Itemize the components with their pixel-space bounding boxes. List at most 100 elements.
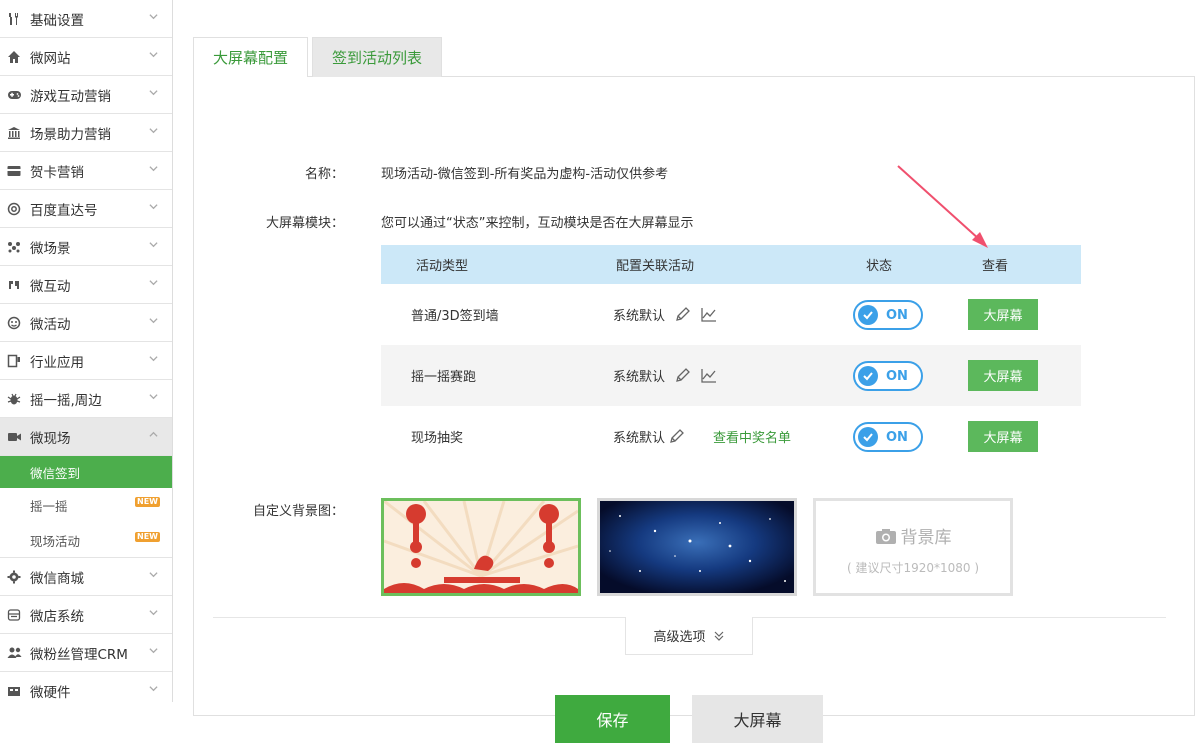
- sidebar-item-label: 微互动: [30, 278, 71, 295]
- annotation-arrow: [897, 165, 988, 248]
- toggle-label: ON: [886, 307, 908, 323]
- background-label: 自定义背景图：: [252, 504, 344, 519]
- double-chevron-down-icon: [714, 631, 723, 641]
- chevron-down-icon: [149, 610, 158, 616]
- config-value: 系统默认: [613, 370, 666, 385]
- chevron-down-icon: [149, 90, 158, 96]
- camera-icon: [875, 529, 896, 544]
- col-type-header: 活动类型: [416, 259, 469, 274]
- festive-paper-cut-image: [384, 501, 578, 593]
- status-toggle[interactable]: ON: [853, 421, 923, 452]
- sidebar-item-basic-settings[interactable]: 基础设置: [0, 0, 172, 38]
- sidebar-item-micro-hardware[interactable]: 微硬件: [0, 672, 172, 702]
- sidebar-item-label: 贺卡营销: [30, 164, 84, 181]
- chevron-down-icon: [149, 394, 158, 400]
- big-screen-preview-button[interactable]: 大屏幕: [692, 695, 823, 743]
- background-library-button[interactable]: 背景库 ( 建议尺寸1920*1080 ): [813, 498, 1013, 596]
- sidebar-item-micro-activity[interactable]: 微活动: [0, 304, 172, 342]
- sidebar-item-game-marketing[interactable]: 游戏互动营销: [0, 76, 172, 114]
- config-value: 系统默认: [613, 309, 666, 324]
- bug-icon: [6, 391, 22, 407]
- config-cell: 系统默认 查看中奖名单: [613, 427, 853, 446]
- winner-list-link[interactable]: 查看中奖名单: [713, 427, 791, 446]
- chevron-down-icon: [149, 572, 158, 578]
- galaxy-image: [600, 501, 794, 593]
- sidebar-subitem-shake[interactable]: 摇一摇 NEW: [0, 488, 172, 523]
- col-status-header: 状态: [866, 259, 893, 274]
- sidebar-item-industry-apps[interactable]: 行业应用: [0, 342, 172, 380]
- sidebar-item-micro-store[interactable]: 微店系统: [0, 596, 172, 634]
- advanced-options-toggle[interactable]: 高级选项: [625, 617, 753, 655]
- new-badge: NEW: [135, 532, 160, 542]
- wrench-icon: [6, 11, 22, 27]
- tab-big-screen-config[interactable]: 大屏幕配置: [193, 37, 309, 77]
- interact-icon: [6, 277, 22, 293]
- module-table: 活动类型 配置关联活动 状态 查看 普通/3D签到墙 系统默认 ON 大屏幕 摇…: [381, 245, 1081, 467]
- sidebar-item-wechat-mall[interactable]: 微信商城: [0, 558, 172, 596]
- chevron-down-icon: [149, 648, 158, 654]
- big-screen-button[interactable]: 大屏幕: [968, 360, 1038, 391]
- gear-icon: [6, 569, 22, 585]
- table-row: 现场抽奖 系统默认 查看中奖名单 ON 大屏幕: [381, 406, 1081, 467]
- chevron-down-icon: [149, 686, 158, 692]
- sidebar-item-micro-scene[interactable]: 微场景: [0, 228, 172, 266]
- status-toggle[interactable]: ON: [853, 360, 923, 391]
- sidebar-item-greeting-card[interactable]: 贺卡营销: [0, 152, 172, 190]
- save-button[interactable]: 保存: [555, 695, 670, 743]
- sidebar-item-label: 行业应用: [30, 354, 84, 371]
- sidebar-item-micro-interact[interactable]: 微互动: [0, 266, 172, 304]
- col-config-header: 配置关联活动: [616, 259, 695, 274]
- config-panel: 名称： 现场活动-微信签到-所有奖品为虚构-活动仅供参考 大屏幕模块： 您可以通…: [193, 76, 1195, 743]
- sidebar-item-label: 微网站: [30, 50, 71, 67]
- sidebar-item-label: 微硬件: [30, 684, 71, 701]
- background-library-label: 背景库: [900, 528, 952, 548]
- tab-checkin-activity-list[interactable]: 签到活动列表: [312, 37, 443, 77]
- pencil-icon[interactable]: [674, 306, 691, 323]
- status-toggle[interactable]: ON: [853, 299, 923, 330]
- sidebar-item-label: 微粉丝管理CRM: [30, 646, 128, 663]
- card-icon: [6, 163, 22, 179]
- sidebar-subitem-label: 摇一摇: [30, 499, 68, 514]
- sidebar-item-label: 微活动: [30, 316, 71, 333]
- sidebar-item-micro-live[interactable]: 微现场: [0, 418, 172, 456]
- sidebar-item-baidu-direct[interactable]: 百度直达号: [0, 190, 172, 228]
- trend-chart-icon[interactable]: [700, 306, 717, 323]
- sidebar-subitem-label: 现场活动: [30, 533, 81, 549]
- name-label: 名称：: [304, 167, 344, 182]
- activity-type: 普通/3D签到墙: [411, 309, 499, 324]
- sidebar-item-label: 摇一摇,周边: [30, 392, 102, 409]
- sidebar-subitem-label: 微信签到: [30, 465, 81, 481]
- big-screen-button[interactable]: 大屏幕: [968, 299, 1038, 330]
- sidebar-item-micro-site[interactable]: 微网站: [0, 38, 172, 76]
- chevron-down-icon: [149, 166, 158, 172]
- background-thumbnail-galaxy[interactable]: [597, 498, 797, 596]
- pencil-icon[interactable]: [674, 367, 691, 384]
- pencil-icon[interactable]: [668, 428, 685, 445]
- trend-chart-icon[interactable]: [700, 367, 717, 384]
- view-cell: 大屏幕: [968, 360, 1081, 391]
- big-screen-button[interactable]: 大屏幕: [968, 421, 1038, 452]
- sidebar-item-fans-crm[interactable]: 微粉丝管理CRM: [0, 634, 172, 672]
- users-icon: [6, 645, 22, 661]
- toggle-label: ON: [886, 429, 908, 445]
- video-icon: [6, 429, 22, 445]
- app-icon: [6, 353, 22, 369]
- sidebar-subitem-wechat-checkin[interactable]: 微信签到: [0, 456, 172, 488]
- chevron-down-icon: [149, 14, 158, 20]
- activity-type: 摇一摇赛跑: [411, 370, 477, 385]
- sidebar-item-label: 微场景: [30, 240, 71, 257]
- sidebar-subitem-live-activity[interactable]: 现场活动 NEW: [0, 523, 172, 558]
- view-cell: 大屏幕: [968, 299, 1081, 330]
- sidebar-item-label: 游戏互动营销: [30, 88, 111, 105]
- col-view-header: 查看: [982, 259, 1009, 274]
- sidebar-item-label: 微现场: [30, 430, 71, 447]
- background-thumbnail-festive[interactable]: [381, 498, 581, 596]
- new-badge: NEW: [135, 497, 160, 507]
- sidebar-item-shake-nearby[interactable]: 摇一摇,周边: [0, 380, 172, 418]
- name-value: 现场活动-微信签到-所有奖品为虚构-活动仅供参考: [381, 167, 669, 182]
- view-cell: 大屏幕: [968, 421, 1081, 452]
- sidebar-item-scene-boost[interactable]: 场景助力营销: [0, 114, 172, 152]
- scene-icon: [6, 239, 22, 255]
- main-content: 名称： 现场活动-微信签到-所有奖品为虚构-活动仅供参考 大屏幕模块： 您可以通…: [193, 37, 1195, 743]
- sidebar: 基础设置 微网站 游戏互动营销 场景助力营销 贺卡营销 百度直达号 微场景 微互…: [0, 0, 173, 702]
